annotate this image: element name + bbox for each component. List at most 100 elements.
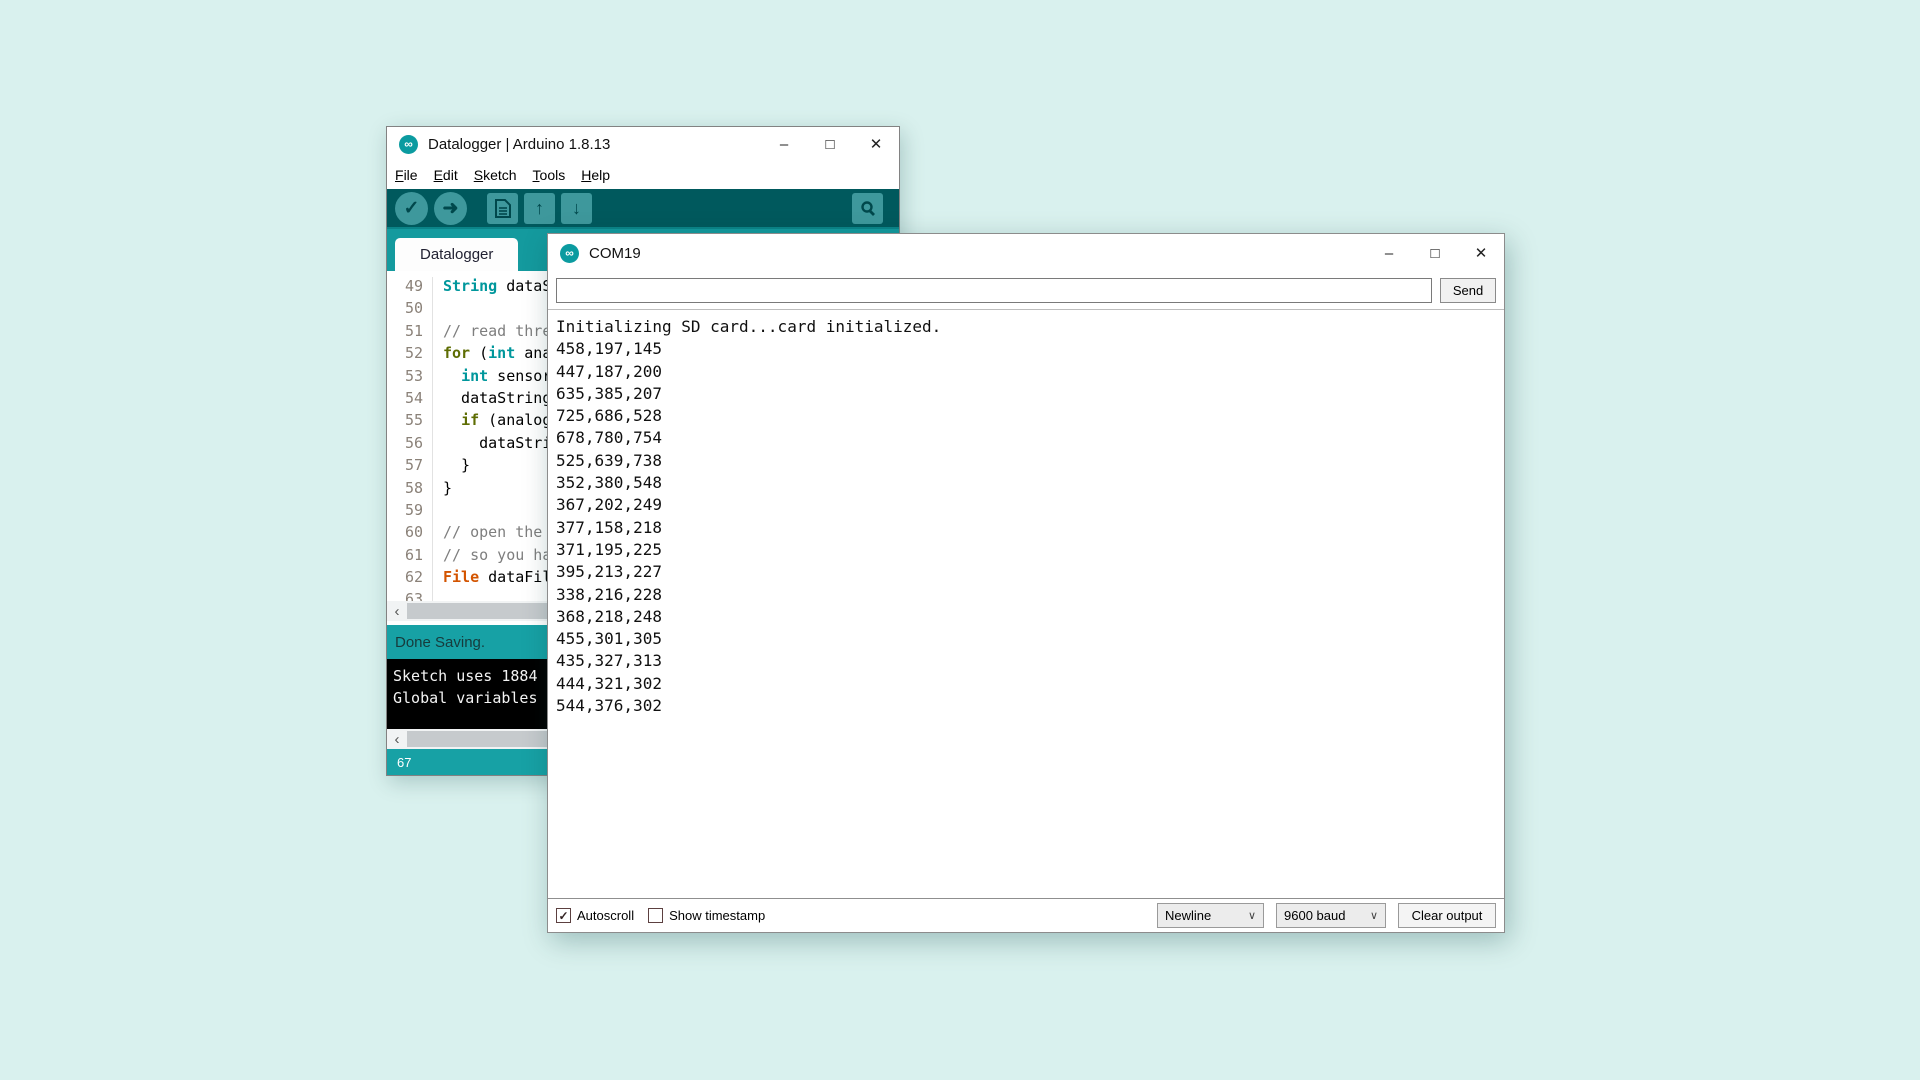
serial-output-line: 544,376,302	[556, 695, 1496, 717]
serial-output-line: 338,216,228	[556, 584, 1496, 606]
line-number: 62	[387, 568, 433, 590]
serial-output-line: 678,780,754	[556, 427, 1496, 449]
new-sketch-button[interactable]	[487, 193, 518, 224]
line-number: 50	[387, 299, 433, 321]
chevron-down-icon: ∨	[1370, 909, 1378, 922]
serial-output-line: 525,639,738	[556, 450, 1496, 472]
line-number: 63	[387, 590, 433, 601]
menu-help[interactable]: Help	[581, 167, 610, 183]
line-number-indicator: 67	[397, 755, 411, 770]
line-ending-select[interactable]: Newline ∨	[1157, 903, 1264, 928]
code-text	[433, 299, 443, 321]
line-ending-value: Newline	[1165, 908, 1211, 923]
serial-output-line: 635,385,207	[556, 383, 1496, 405]
serial-output[interactable]: Initializing SD card...card initialized.…	[548, 310, 1504, 898]
line-number: 59	[387, 501, 433, 523]
menu-file[interactable]: File	[395, 167, 418, 183]
code-text: File dataFile	[433, 568, 560, 590]
serial-close-button[interactable]: ✕	[1458, 244, 1504, 262]
line-number: 51	[387, 322, 433, 344]
save-sketch-button[interactable]: ↓	[561, 193, 592, 224]
line-number: 55	[387, 411, 433, 433]
down-arrow-icon: ↓	[572, 198, 581, 219]
line-number: 53	[387, 367, 433, 389]
line-number: 57	[387, 456, 433, 478]
arduino-logo-icon: ∞	[560, 244, 579, 263]
serial-output-line: 455,301,305	[556, 628, 1496, 650]
ide-window-title: Datalogger | Arduino 1.8.13	[428, 136, 610, 153]
open-sketch-button[interactable]: ↑	[524, 193, 555, 224]
code-text: }	[433, 456, 470, 478]
serial-titlebar[interactable]: ∞ COM19 – □ ✕	[548, 234, 1504, 272]
desktop: { "colors": { "desktop_bg": "#d9f1ee", "…	[0, 0, 1920, 1080]
code-text	[433, 501, 443, 523]
show-timestamp-checkbox[interactable]	[648, 908, 663, 923]
baud-rate-select[interactable]: 9600 baud ∨	[1276, 903, 1386, 928]
arduino-logo-icon: ∞	[399, 135, 418, 154]
scroll-left-icon[interactable]: ‹	[387, 729, 407, 749]
ide-toolbar: ✓ ➜ ↑ ↓	[387, 189, 899, 227]
code-text: dataStrin	[433, 434, 560, 456]
show-timestamp-label: Show timestamp	[669, 908, 765, 923]
code-text: // so you hav	[433, 546, 560, 568]
serial-footer-bar: ✓ Autoscroll Show timestamp Newline ∨ 96…	[548, 898, 1504, 932]
verify-button[interactable]: ✓	[395, 192, 428, 225]
serial-monitor-window: ∞ COM19 – □ ✕ Send Initializing SD card.…	[547, 233, 1505, 933]
serial-output-line: 458,197,145	[556, 338, 1496, 360]
upload-button[interactable]: ➜	[434, 192, 467, 225]
code-text: for (int ana	[433, 344, 551, 366]
autoscroll-checkbox[interactable]: ✓	[556, 908, 571, 923]
serial-output-line: 447,187,200	[556, 361, 1496, 383]
menu-tools[interactable]: Tools	[533, 167, 566, 183]
autoscroll-label: Autoscroll	[577, 908, 634, 923]
serial-send-input[interactable]	[556, 278, 1432, 303]
ide-maximize-button[interactable]: □	[807, 136, 853, 153]
line-number: 49	[387, 277, 433, 299]
menu-sketch[interactable]: Sketch	[474, 167, 517, 183]
serial-output-line: 395,213,227	[556, 561, 1496, 583]
right-arrow-icon: ➜	[443, 197, 459, 220]
clear-output-button[interactable]: Clear output	[1398, 903, 1496, 928]
check-icon: ✓	[404, 197, 420, 220]
serial-output-line: 352,380,548	[556, 472, 1496, 494]
menu-edit[interactable]: Edit	[434, 167, 458, 183]
status-message: Done Saving.	[395, 634, 485, 651]
serial-output-line: 377,158,218	[556, 517, 1496, 539]
code-text	[433, 590, 443, 601]
ide-titlebar[interactable]: ∞ Datalogger | Arduino 1.8.13 – □ ✕	[387, 127, 899, 161]
line-number: 60	[387, 523, 433, 545]
send-button[interactable]: Send	[1440, 278, 1496, 303]
serial-maximize-button[interactable]: □	[1412, 245, 1458, 262]
line-number: 58	[387, 479, 433, 501]
serial-monitor-button[interactable]	[852, 193, 883, 224]
line-number: 52	[387, 344, 433, 366]
chevron-down-icon: ∨	[1248, 909, 1256, 922]
menu-bar: File Edit Sketch Tools Help	[387, 161, 899, 189]
tab-datalogger[interactable]: Datalogger	[395, 238, 518, 271]
show-timestamp-option[interactable]: Show timestamp	[648, 908, 765, 923]
serial-minimize-button[interactable]: –	[1366, 245, 1412, 262]
code-text: }	[433, 479, 452, 501]
serial-output-line: 368,218,248	[556, 606, 1496, 628]
serial-window-title: COM19	[589, 245, 641, 262]
code-text: int sensor	[433, 367, 551, 389]
code-text: if (analog	[433, 411, 551, 433]
line-number: 54	[387, 389, 433, 411]
magnifier-icon	[859, 200, 877, 218]
code-text: // read thre	[433, 322, 551, 344]
serial-output-line: 444,321,302	[556, 673, 1496, 695]
baud-rate-value: 9600 baud	[1284, 908, 1345, 923]
line-number: 61	[387, 546, 433, 568]
up-arrow-icon: ↑	[535, 198, 544, 219]
ide-minimize-button[interactable]: –	[761, 136, 807, 153]
serial-output-line: Initializing SD card...card initialized.	[556, 316, 1496, 338]
ide-close-button[interactable]: ✕	[853, 135, 899, 153]
serial-output-line: 371,195,225	[556, 539, 1496, 561]
line-number: 56	[387, 434, 433, 456]
serial-output-line: 435,327,313	[556, 650, 1496, 672]
serial-input-row: Send	[548, 272, 1504, 310]
scroll-left-icon[interactable]: ‹	[387, 601, 407, 621]
code-text: dataString	[433, 389, 551, 411]
autoscroll-option[interactable]: ✓ Autoscroll	[556, 908, 634, 923]
serial-output-line: 725,686,528	[556, 405, 1496, 427]
